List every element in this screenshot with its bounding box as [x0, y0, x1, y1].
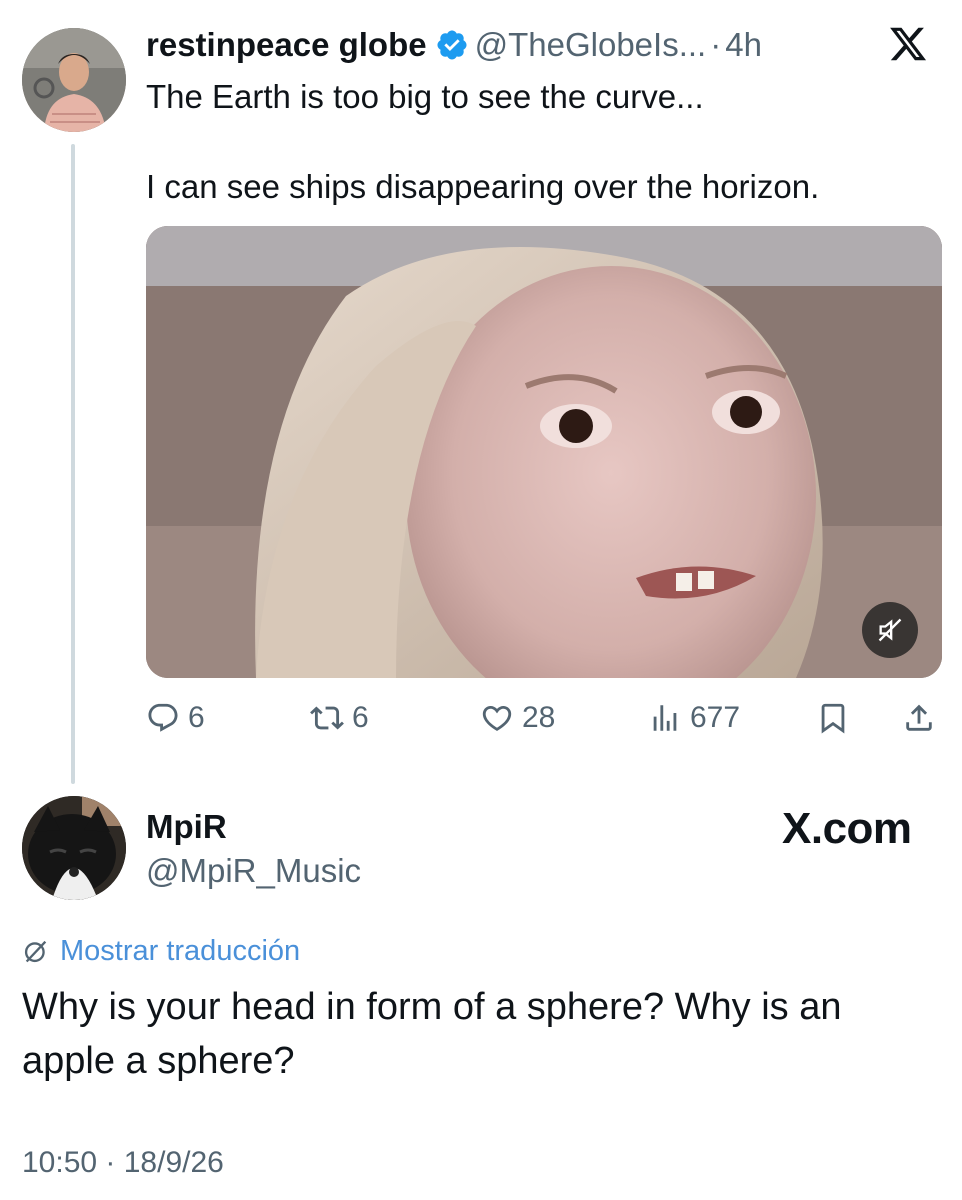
reply-text: Why is your head in form of a sphere? Wh…: [22, 986, 842, 1082]
bookmark-icon: [821, 703, 845, 734]
reply-action[interactable]: 6: [146, 696, 205, 740]
reply-icon: [148, 703, 178, 732]
translate-icon: [24, 940, 47, 963]
header-separator: ·: [710, 26, 722, 63]
repost-action[interactable]: 6: [310, 696, 369, 740]
tweet-text-line-2: I can see ships disappearing over the ho…: [146, 168, 820, 205]
author-handle[interactable]: @TheGlobeIs...: [475, 26, 707, 64]
tweet-header: restinpeace globe @TheGlobeIs... · 4h: [146, 22, 762, 68]
translate-label: Mostrar traducción: [60, 934, 301, 967]
show-translation-link[interactable]: Mostrar traducción: [22, 930, 300, 972]
tweet-time[interactable]: 4h: [725, 26, 762, 64]
author-avatar-image: [22, 28, 126, 132]
verified-badge-icon: [437, 30, 467, 60]
repost-icon: [310, 706, 344, 730]
reply-count: 6: [188, 701, 205, 734]
author-avatar[interactable]: [22, 28, 126, 132]
reply-timestamp[interactable]: 10:50 · 18/9/26: [22, 1146, 224, 1180]
share-action[interactable]: [902, 696, 936, 740]
mute-button[interactable]: [862, 602, 918, 658]
bookmark-action[interactable]: [816, 696, 850, 740]
share-icon: [906, 704, 932, 731]
tweet-video[interactable]: [146, 226, 942, 678]
reply-author-avatar[interactable]: [22, 796, 126, 900]
reply-avatar-image: [22, 796, 126, 900]
views-action[interactable]: 677: [648, 696, 740, 740]
like-action[interactable]: 28: [480, 696, 555, 740]
views-icon: [653, 705, 677, 731]
heart-icon: [482, 705, 512, 731]
like-count: 28: [522, 701, 556, 734]
thread-connector-line: [71, 144, 75, 784]
x-logo-icon: [890, 27, 927, 61]
video-frame-image: [146, 226, 942, 678]
views-count: 677: [690, 701, 741, 734]
reply-author-handle[interactable]: @MpiR_Music: [146, 852, 361, 890]
author-display-name[interactable]: restinpeace globe: [146, 26, 427, 64]
tweet-text-line-1: The Earth is too big to see the curve...: [146, 78, 704, 115]
mute-icon: [878, 618, 902, 642]
reply-author-name[interactable]: MpiR: [146, 808, 227, 846]
repost-count: 6: [352, 701, 369, 734]
xcom-watermark: X.com: [782, 804, 912, 853]
